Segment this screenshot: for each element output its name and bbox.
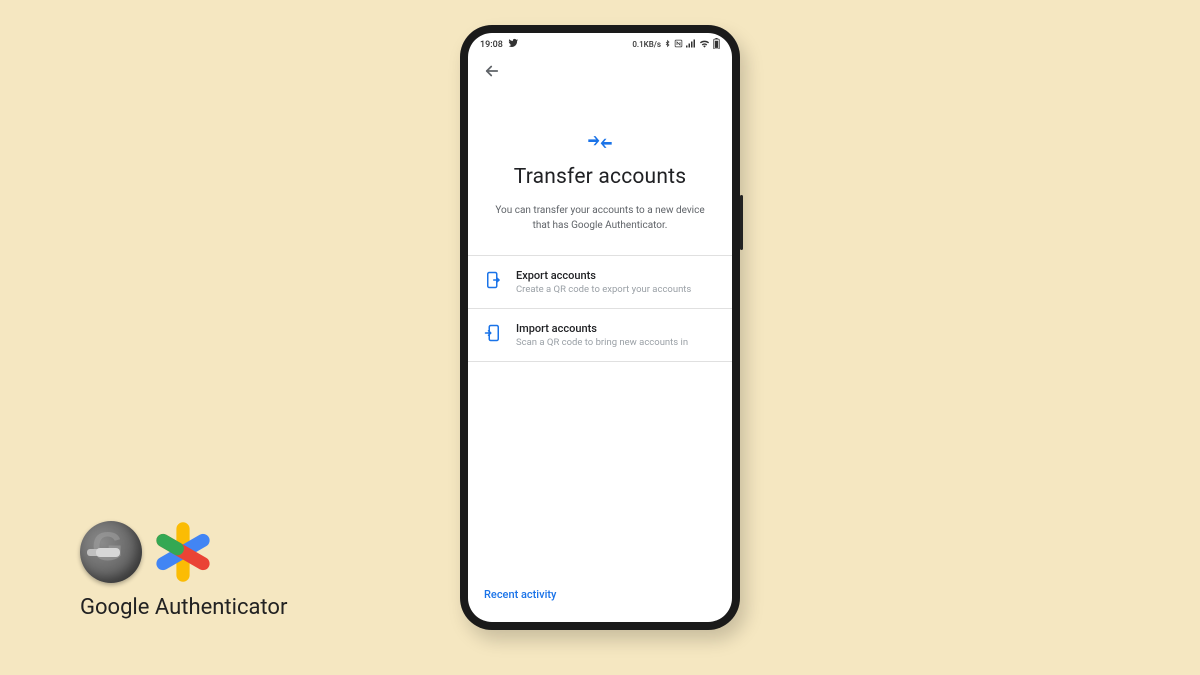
page-description: You can transfer your accounts to a new …: [468, 203, 732, 233]
main-content: Transfer accounts You can transfer your …: [468, 85, 732, 569]
status-bar: 19:08 0.1KB/s: [468, 33, 732, 53]
export-title: Export accounts: [516, 269, 691, 282]
authenticator-new-icon: [150, 519, 216, 585]
import-subtitle: Scan a QR code to bring new accounts in: [516, 337, 688, 348]
wifi-icon: [699, 39, 710, 50]
status-right: 0.1KB/s: [632, 38, 720, 51]
nfc-icon: [674, 39, 683, 50]
phone-frame: 19:08 0.1KB/s: [460, 25, 740, 630]
authenticator-old-icon: [80, 521, 142, 583]
import-icon: [484, 324, 502, 342]
phone-side-button: [740, 195, 743, 250]
signal-icon: [686, 39, 696, 50]
back-button[interactable]: [482, 61, 502, 81]
status-left: 19:08: [480, 38, 518, 51]
export-accounts-option[interactable]: Export accounts Create a QR code to expo…: [468, 255, 732, 308]
brand-block: Google Authenticator: [80, 519, 287, 620]
import-accounts-option[interactable]: Import accounts Scan a QR code to bring …: [468, 308, 732, 362]
phone-screen: 19:08 0.1KB/s: [468, 33, 732, 622]
twitter-notification-icon: [508, 38, 518, 51]
recent-activity-link[interactable]: Recent activity: [484, 588, 556, 601]
export-icon: [484, 271, 502, 289]
footer: Recent activity: [468, 569, 732, 622]
transfer-arrows-icon: [468, 133, 732, 151]
page-title: Transfer accounts: [468, 165, 732, 189]
import-title: Import accounts: [516, 322, 688, 335]
status-time: 19:08: [480, 40, 503, 50]
battery-icon: [713, 38, 720, 51]
bluetooth-icon: [664, 39, 671, 50]
app-bar: [468, 53, 732, 85]
network-speed: 0.1KB/s: [632, 40, 661, 49]
export-subtitle: Create a QR code to export your accounts: [516, 284, 691, 295]
brand-icons: [80, 519, 216, 585]
brand-label: Google Authenticator: [80, 595, 287, 620]
